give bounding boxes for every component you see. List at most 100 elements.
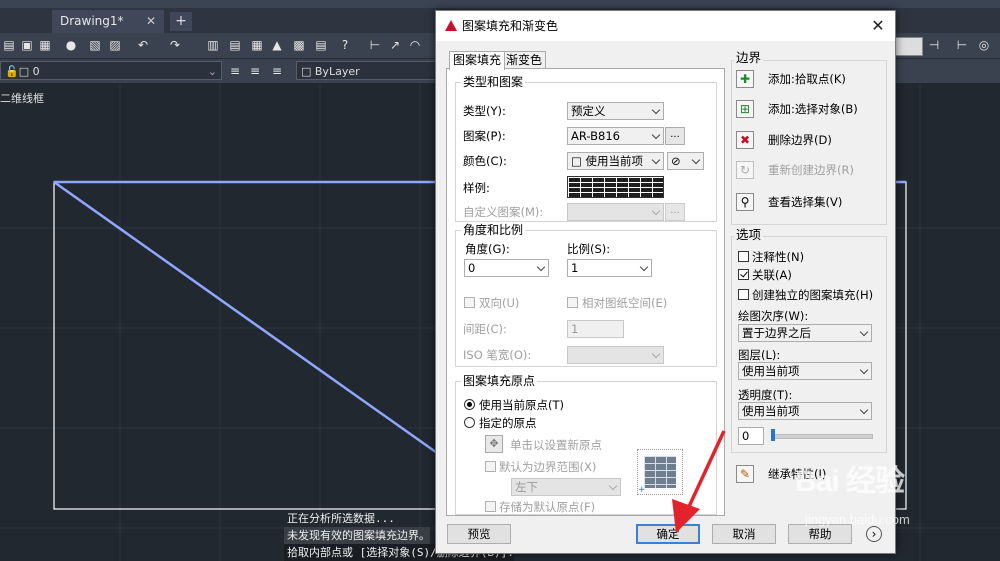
menu-bar [0,0,1000,8]
help-icon[interactable]: ? [338,38,352,52]
use-current-origin-radio[interactable] [464,399,475,410]
color-select[interactable]: □ 使用当前项 [567,152,664,170]
store-default-checkbox[interactable] [485,501,496,512]
dim-update-icon[interactable]: ⊣ [927,38,941,52]
specified-origin-radio[interactable] [464,417,475,428]
type-pattern-title: 类型和图案 [461,75,526,89]
close-tab-icon[interactable]: ✕ [146,10,156,33]
chevron-down-icon [651,105,661,115]
recreate-boundary-button[interactable]: ↻ 重新创建边界(R) [736,159,891,183]
preview-button[interactable]: 预览 [447,524,511,544]
print-icon[interactable]: ▤ [2,38,16,52]
iso-pen-width-label: ISO 笔宽(O): [463,348,532,362]
double-checkbox[interactable] [464,297,475,308]
tab-hatch[interactable]: 图案填充 [449,51,506,70]
watermark-site: jingyan.baidu.com [805,512,910,527]
transparency-slider-thumb[interactable] [771,429,775,441]
draw-order-label: 绘图次序(W): [738,309,809,323]
dialog-title: 图案填充和渐变色 [462,19,559,33]
properties-icon[interactable]: ▦ [250,38,264,52]
pattern-value: AR-B816 [571,129,620,143]
color-combo[interactable]: □ ByLayer [296,61,436,80]
independent-hatch-checkbox[interactable] [738,289,749,300]
click-set-origin-label: 单击以设置新原点 [510,438,602,452]
associative-checkbox[interactable] [738,269,749,280]
zoom-icon[interactable]: ▤ [228,38,242,52]
layer-match-icon[interactable]: ≡ [228,64,242,78]
spacing-label: 间距(C): [463,322,507,336]
scale-select[interactable]: 1 [567,259,652,277]
document-tab[interactable]: Drawing1* ✕ [52,10,164,33]
calculator-icon[interactable]: ▤ [314,38,328,52]
type-label: 类型(Y): [463,104,506,118]
layer-select[interactable]: 使用当前项 [738,362,872,380]
print-preview-icon[interactable]: ▣ [20,38,34,52]
custom-pattern-label: 自定义图案(M): [463,205,544,219]
origin-marker-icon: + [638,485,646,495]
redo-icon[interactable]: ↷ [168,38,182,52]
add-pick-points-icon: ✚ [736,70,754,88]
close-icon[interactable]: ✕ [869,17,887,35]
add-select-objects-button[interactable]: ⊞ 添加:选择对象(B) [736,98,891,122]
layer-combo[interactable]: 🔓□ 0 ⌄ [0,61,222,80]
diagonal-line [53,180,441,457]
annotative-checkbox[interactable] [738,251,749,262]
transparency-input[interactable]: 0 [738,427,764,445]
remove-boundaries-label: 删除边界(D) [768,133,832,147]
pattern-browse-button[interactable]: ... [665,127,685,145]
background-color-select[interactable]: ⊘ [667,152,704,170]
add-pick-points-label: 添加:拾取点(K) [768,72,846,86]
copy-icon[interactable]: ▨ [108,38,122,52]
store-default-label: 存储为默认原点(F) [499,500,596,514]
dialog-title-bar[interactable]: 图案填充和渐变色 ✕ [436,11,895,41]
extent-position-value: 左下 [515,480,538,494]
dim-radius-icon[interactable]: ◎ [977,38,991,52]
transparency-slider-track[interactable] [771,434,873,439]
view-selections-button[interactable]: ⚲ 查看选择集(V) [736,191,891,215]
transparency-select[interactable]: 使用当前项 [738,402,872,420]
extent-position-select[interactable]: 左下 [511,478,621,496]
type-select[interactable]: 预定义 [567,102,664,120]
default-extent-label: 默认为边界范围(X) [499,460,597,474]
new-tab-button[interactable]: + [170,12,192,31]
layer-isolate-icon[interactable]: ≡ [270,64,284,78]
dim-style-combo[interactable] [895,37,923,56]
default-extent-checkbox[interactable] [485,461,496,472]
undo-icon[interactable]: ↶ [136,38,150,52]
chevron-down-icon [651,206,661,216]
dim-arc-icon[interactable]: ◠ [408,38,422,52]
scale-value: 1 [571,261,579,275]
globe-icon[interactable]: ● [64,38,78,52]
sample-label: 样例: [463,181,490,195]
chevron-down-icon [691,155,701,165]
relative-paper-label: 相对图纸空间(E) [582,296,668,310]
publish-icon[interactable]: ▦ [38,38,52,52]
dim-linear-right-icon[interactable]: ⊢ [955,38,969,52]
tool-palette-icon[interactable]: ▩ [292,38,306,52]
cut-icon[interactable]: ▧ [88,38,102,52]
set-origin-icon[interactable]: ✥ [485,435,503,453]
no-color-icon: ⊘ [671,154,681,168]
pan-icon[interactable]: ▥ [206,38,220,52]
chevron-down-icon [639,262,649,272]
angle-scale-title: 角度和比例 [461,223,526,237]
add-pick-points-button[interactable]: ✚ 添加:拾取点(K) [736,68,891,92]
design-center-icon[interactable]: ▲ [270,38,284,52]
custom-pattern-browse-button[interactable]: ... [665,203,685,221]
chevron-down-icon [651,349,661,359]
iso-pen-width-select[interactable] [567,346,664,364]
relative-paper-checkbox[interactable] [567,297,578,308]
spacing-input[interactable]: 1 [567,320,624,338]
angle-select[interactable]: 0 [464,259,549,277]
autocad-logo-icon [445,20,457,31]
tab-gradient[interactable]: 渐变色 [502,51,547,69]
dim-linear-icon[interactable]: ⊢ [368,38,382,52]
pattern-select[interactable]: AR-B816 [567,127,664,145]
color-swatch-icon: □ [301,65,315,78]
custom-pattern-select[interactable] [567,203,664,221]
remove-boundaries-button[interactable]: ✖ 删除边界(D) [736,129,891,153]
layer-previous-icon[interactable]: ≡ [248,64,262,78]
pattern-sample-swatch[interactable] [567,176,664,198]
dim-aligned-icon[interactable]: ↗ [388,38,402,52]
draw-order-select[interactable]: 置于边界之后 [738,324,872,342]
